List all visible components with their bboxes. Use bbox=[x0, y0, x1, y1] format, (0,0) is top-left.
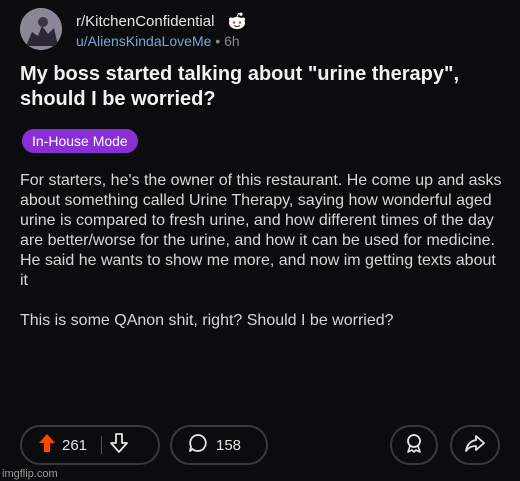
upvote-arrow-icon[interactable] bbox=[38, 433, 56, 458]
comments-button[interactable]: 158 bbox=[170, 425, 268, 465]
award-button[interactable] bbox=[390, 425, 438, 465]
subreddit-name[interactable]: r/KitchenConfidential bbox=[76, 13, 214, 30]
share-button[interactable] bbox=[450, 425, 500, 465]
vote-divider bbox=[101, 436, 103, 454]
post-age: 6h bbox=[224, 33, 240, 49]
author-username[interactable]: u/AliensKindaLoveMe bbox=[76, 33, 211, 49]
award-ribbon-icon bbox=[404, 433, 424, 458]
author-line: u/AliensKindaLoveMe • 6h bbox=[76, 33, 240, 49]
post-body: For starters, he's the owner of this res… bbox=[20, 171, 505, 351]
body-paragraph: For starters, he's the owner of this res… bbox=[20, 172, 502, 289]
post-title[interactable]: My boss started talking about "urine the… bbox=[20, 62, 500, 112]
downvote-arrow-icon[interactable] bbox=[110, 432, 128, 458]
post-flair[interactable]: In-House Mode bbox=[22, 129, 138, 153]
upvote-count: 261 bbox=[62, 436, 88, 454]
vote-control: 261 bbox=[20, 425, 160, 465]
body-paragraph: This is some QAnon shit, right? Should I… bbox=[20, 312, 394, 329]
subreddit-line: r/KitchenConfidential bbox=[76, 12, 247, 35]
watermark: imgflip.com bbox=[2, 468, 58, 480]
subreddit-avatar[interactable] bbox=[20, 8, 62, 50]
action-bar: 261 158 bbox=[20, 425, 500, 467]
comment-bubble-icon bbox=[188, 433, 208, 458]
meta-separator: • bbox=[215, 33, 221, 49]
share-arrow-icon bbox=[465, 433, 485, 458]
avatar-image bbox=[20, 8, 62, 50]
post-card: r/KitchenConfidential u/AliensKindaLoveM… bbox=[0, 0, 520, 481]
comment-count: 158 bbox=[216, 436, 242, 454]
reddit-logo-icon bbox=[227, 12, 247, 35]
